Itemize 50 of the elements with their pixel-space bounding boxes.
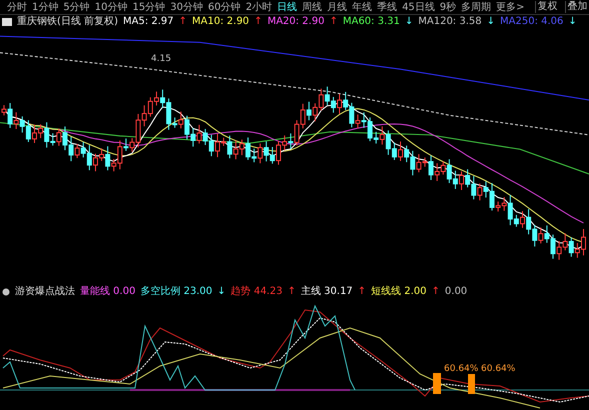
- trend-arrow: ↑: [254, 16, 262, 28]
- peak-price-label: 4.15: [150, 54, 172, 64]
- period-tab[interactable]: 2小时: [246, 0, 272, 14]
- period-tab[interactable]: 季线: [377, 0, 398, 14]
- period-tab[interactable]: 周线: [302, 0, 322, 14]
- period-tab[interactable]: 更多>: [496, 0, 525, 14]
- indicator-title: 游资爆点战法: [15, 286, 75, 298]
- indicator-value: 趋势 44.23: [230, 286, 282, 298]
- stock-icon: [2, 18, 12, 26]
- period-tab[interactable]: 月线: [327, 0, 348, 14]
- indicator-value: 主线 30.17: [300, 286, 353, 298]
- ma-value: MA10: 2.90: [192, 16, 250, 28]
- period-tab[interactable]: 1分钟: [32, 0, 58, 14]
- period-tab[interactable]: 10分钟: [94, 0, 128, 14]
- trend-arrow: ↓: [568, 16, 577, 28]
- trend-arrow: ↑: [432, 286, 440, 298]
- signal-bar: [468, 373, 475, 394]
- period-tab[interactable]: 分时: [7, 0, 27, 14]
- trend-arrow: ↓: [217, 286, 226, 298]
- period-tab[interactable]: 45日线: [402, 0, 435, 14]
- toolbar-button[interactable]: 复权: [534, 1, 560, 13]
- period-tab[interactable]: 30分钟: [170, 0, 203, 14]
- period-tab[interactable]: 多周期: [461, 0, 492, 14]
- trend-arrow: ↑: [329, 16, 338, 28]
- period-tab[interactable]: 15分钟: [132, 0, 166, 14]
- signal-percent-label: 60.64%: [480, 364, 516, 374]
- ma-value: MA250: 4.06: [500, 16, 564, 28]
- chart-title: 重庆钢铁(日线 前复权): [17, 16, 118, 28]
- indicator-value: 量能线 0.00: [80, 286, 136, 298]
- period-tab[interactable]: 年线: [352, 0, 372, 14]
- indicator-value: 短线线 2.00: [371, 286, 427, 298]
- period-tab[interactable]: 日线: [277, 0, 298, 14]
- ma-value: MA60: 3.31: [342, 16, 400, 28]
- period-tab[interactable]: 5分钟: [63, 0, 90, 14]
- ma-value: MA120: 3.58: [418, 16, 482, 28]
- period-tab[interactable]: 60分钟: [208, 0, 241, 14]
- circle-icon: [2, 288, 10, 296]
- period-tab[interactable]: 9秒: [440, 0, 456, 14]
- trend-arrow: ↓: [486, 16, 496, 28]
- toolbar-button[interactable]: 叠加: [564, 1, 589, 13]
- ma-value: MA20: 2.90: [267, 16, 324, 28]
- trend-arrow: ↑: [178, 16, 188, 28]
- trend-arrow: ↓: [404, 16, 414, 28]
- indicator-value: 0.00: [444, 286, 468, 298]
- indicator-value: 多空比例 23.00: [140, 286, 212, 298]
- trend-arrow: ↑: [358, 286, 366, 298]
- signal-percent-label: 60.64%: [443, 364, 480, 374]
- ma-value: MA5: 2.97: [122, 16, 174, 28]
- signal-bar: [433, 373, 441, 394]
- trend-arrow: ↑: [287, 286, 296, 298]
